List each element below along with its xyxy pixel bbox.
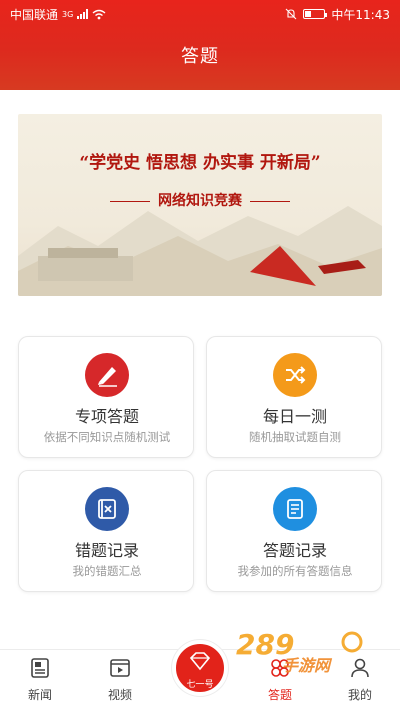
card-description: 依据不同知识点随机测试 <box>43 430 171 444</box>
nav-label: 新闻 <box>27 688 52 702</box>
card-daily-test[interactable]: 每日一测 随机抽取试题自测 <box>206 336 382 458</box>
center-button-label: 七一号 <box>186 680 214 690</box>
news-icon <box>31 658 49 678</box>
card-description: 我的错题汇总 <box>72 564 142 578</box>
card-title: 答题记录 <box>262 541 327 560</box>
pencil-icon <box>85 353 129 397</box>
promo-banner[interactable]: “学党史 悟思想 办实事 开新局” 网络知识竞赛 <box>18 114 382 296</box>
nav-label: 视频 <box>107 688 132 702</box>
card-title: 专项答题 <box>74 407 139 426</box>
card-wrong-answers[interactable]: 错题记录 我的错题汇总 <box>18 470 194 592</box>
signal-icon <box>77 9 89 19</box>
card-special-quiz[interactable]: 专项答题 依据不同知识点随机测试 <box>18 336 194 458</box>
video-icon <box>110 659 130 677</box>
center-home-button[interactable]: 七一号 <box>172 640 228 696</box>
shuffle-icon <box>273 353 317 397</box>
nav-item-quiz[interactable]: 答题 <box>250 652 310 708</box>
banner-subtitle-row: 网络知识竞赛 <box>18 190 382 210</box>
battery-icon <box>303 9 328 19</box>
nav-label: 我的 <box>347 688 372 702</box>
clock-time: 中午11:43 <box>331 7 390 22</box>
wrong-book-icon <box>85 487 129 531</box>
nav-label: 答题 <box>267 688 292 702</box>
card-title: 错题记录 <box>74 541 139 560</box>
card-description: 随机抽取试题自测 <box>249 430 341 444</box>
status-bar: 中国联通 3G 中午11:43 <box>0 0 400 28</box>
nav-item-video[interactable]: 视频 <box>90 652 150 708</box>
quiz-icon <box>271 659 289 677</box>
network-type: 3G <box>62 9 74 19</box>
card-quiz-history[interactable]: 答题记录 我参加的所有答题信息 <box>206 470 382 592</box>
user-icon <box>351 658 369 678</box>
card-description: 我参加的所有答题信息 <box>237 564 353 578</box>
mute-icon <box>286 8 297 20</box>
wifi-icon <box>92 9 106 19</box>
nav-item-mine[interactable]: 我的 <box>330 652 390 708</box>
card-title: 每日一测 <box>262 407 327 426</box>
banner-subtitle: 网络知识竞赛 <box>158 193 242 209</box>
carrier-name: 中国联通 <box>10 7 59 22</box>
document-icon <box>273 487 317 531</box>
page-title: 答题 <box>181 46 219 67</box>
banner-slogan: “学党史 悟思想 办实事 开新局” <box>79 153 321 173</box>
nav-item-news[interactable]: 新闻 <box>10 652 70 708</box>
app-header: 中国联通 3G 中午11:43 答题 <box>0 0 400 90</box>
